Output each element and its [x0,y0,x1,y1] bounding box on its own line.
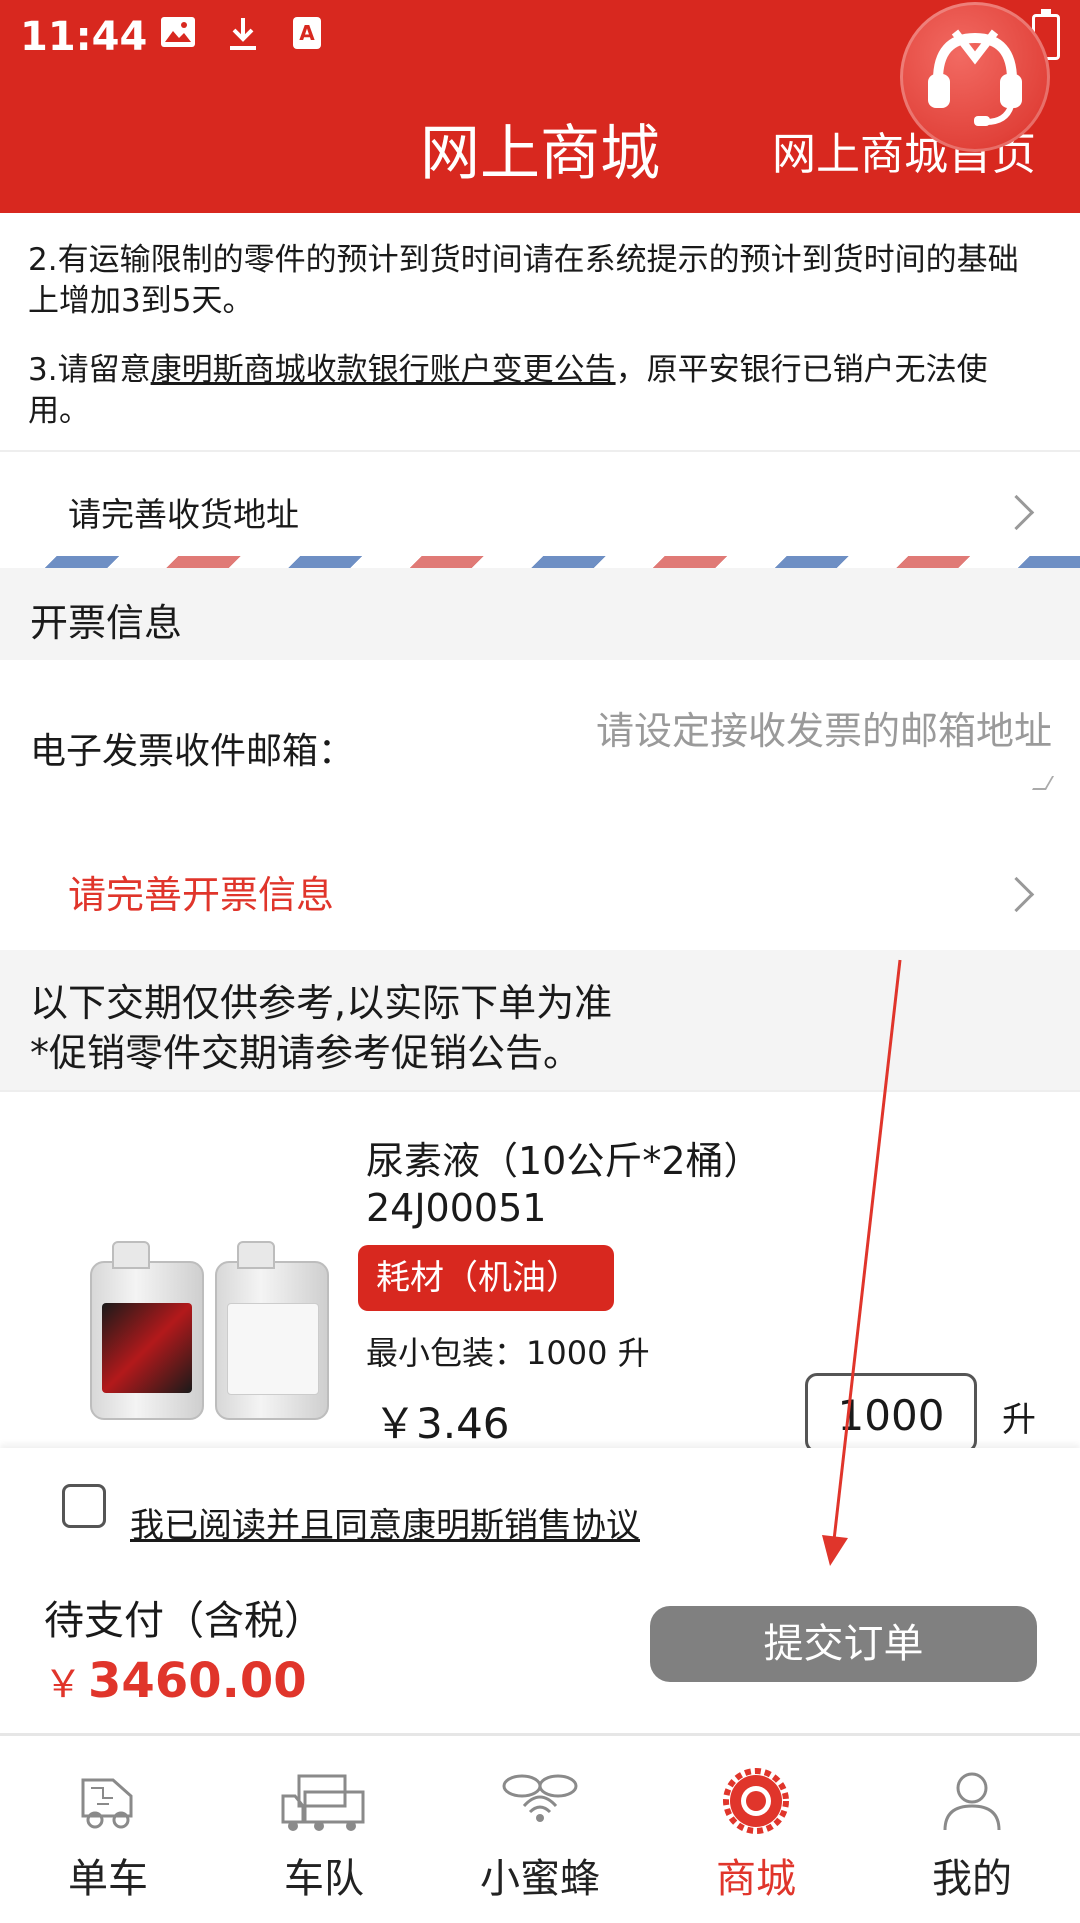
quantity-input[interactable]: 1000 [805,1373,977,1453]
jug-left [90,1241,204,1420]
gear-shop-icon [723,1768,789,1834]
delivery-notice-line-1: 以下交期仅供参考,以实际下单为准 [30,981,613,1025]
notice-line-2: 2.有运输限制的零件的预计到货时间请在系统提示的预计到货时间的基础上增加3到5天… [28,242,1019,319]
quantity-unit: 升 [1002,1400,1036,1440]
payment-label: 待支付（含税） [44,1598,324,1644]
product-category-badge: 耗材（机油） [358,1245,614,1311]
truck-circuit-icon [81,1778,133,1829]
fleet-trucks-icon [281,1774,365,1831]
payment-amount: ￥ 3460.00 [44,1653,307,1709]
divider [0,1090,1080,1092]
tab-label: 商城 [716,1856,796,1902]
bottom-tab-bar: 单车 车队 小蜜蜂 商城 我的 [0,1733,1080,1923]
tab-mine[interactable]: 我的 [872,1766,1072,1904]
sales-agreement-link[interactable]: 我已阅读并且同意康明斯销售协议 [130,1498,640,1547]
min-package: 最小包装：1000 升 [366,1334,650,1372]
download-notification-icon [228,16,258,61]
tab-label: 小蜜蜂 [480,1856,600,1902]
bee-wifi-icon [502,1774,578,1822]
email-field-placeholder: 请设定接收发票的邮箱地址 [595,709,1052,753]
product-image [90,1241,330,1420]
resize-handle-icon [1031,776,1055,790]
bank-account-notice-link[interactable]: 康明斯商城收款银行账户变更公告 [151,352,616,388]
agreement-checkbox[interactable] [62,1484,106,1528]
airmail-border [0,556,1080,568]
email-field[interactable]: 请设定接收发票的邮箱地址 [500,690,1055,790]
email-field-label: 电子发票收件邮箱： [30,731,355,772]
svg-text:A: A [299,21,315,45]
user-icon [943,1772,1001,1831]
payment-amount-value: 3460.00 [88,1653,307,1709]
submit-order-button[interactable]: 提交订单 [650,1606,1037,1682]
image-notification-icon [160,16,196,57]
customer-service-button[interactable] [900,2,1050,152]
tab-label: 我的 [932,1856,1012,1902]
headset-icon [928,29,1022,126]
status-time: 11:44 [20,14,148,60]
product-code: 24J00051 [366,1186,547,1230]
invoice-section-title: 开票信息 [30,601,183,645]
delivery-notice-line-2: *促销零件交期请参考促销公告。 [30,1031,582,1075]
jug-right [215,1241,329,1420]
tab-bee[interactable]: 小蜜蜂 [440,1766,640,1904]
tab-label: 车队 [284,1856,364,1902]
app-notification-icon: A [292,16,322,59]
tab-mall[interactable]: 商城 [656,1766,856,1904]
unit-price: ￥3.46 [374,1399,510,1448]
tab-single-truck[interactable]: 单车 [8,1766,208,1904]
delivery-notice-text: 以下交期仅供参考,以实际下单为准 *促销零件交期请参考促销公告。 [30,978,612,1078]
tab-fleet[interactable]: 车队 [224,1766,424,1904]
notice-line-3-prefix: 3.请留意 [28,352,151,388]
product-name: 尿素液（10公斤*2桶） [366,1139,762,1183]
currency-symbol: ￥ [44,1662,83,1706]
tab-label: 单车 [68,1856,148,1902]
notice-line-3: 3.请留意康明斯商城收款银行账户变更公告，原平安银行已销户无法使用。 [28,350,1038,432]
complete-invoice-label: 请完善开票信息 [68,873,335,917]
address-row-label: 请完善收货地址 [68,495,299,534]
